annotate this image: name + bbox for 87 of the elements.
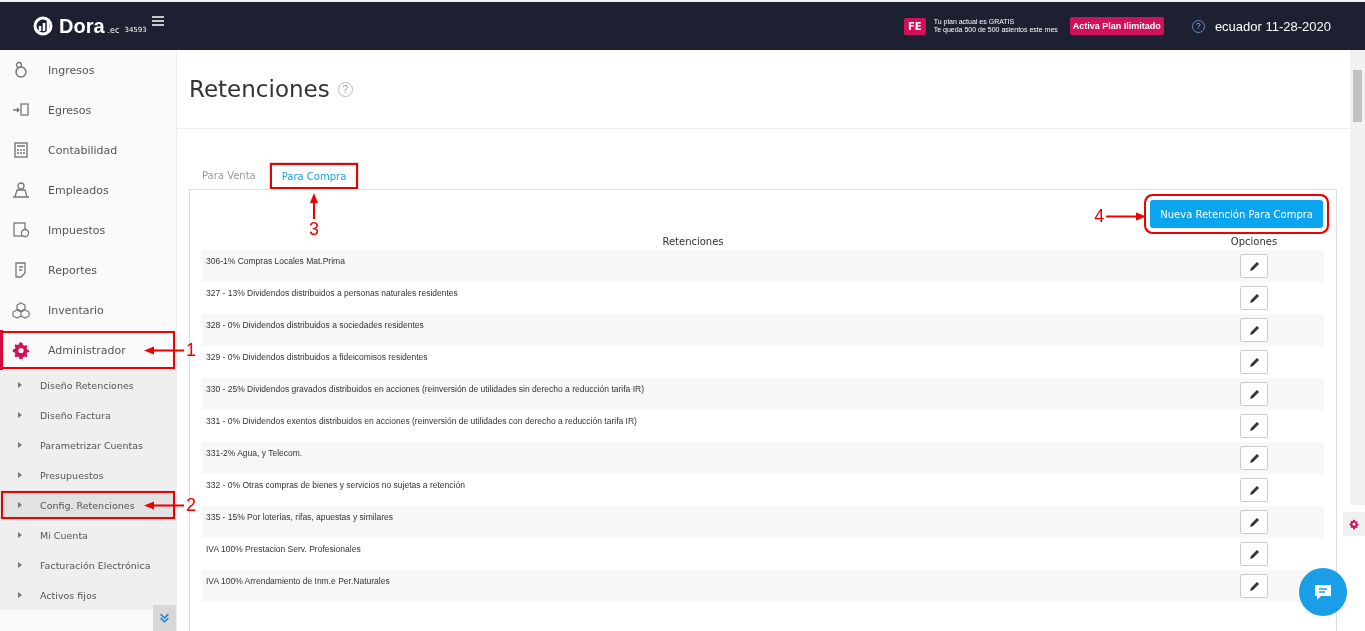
sidebar-item[interactable]: Egresos xyxy=(0,90,176,130)
edit-button[interactable] xyxy=(1240,286,1268,310)
table-cell-text: 306-1% Compras Locales Mat.Prima xyxy=(205,256,346,266)
callout-number: 2 xyxy=(186,494,196,516)
edit-button[interactable] xyxy=(1240,574,1268,598)
caret-icon xyxy=(18,592,22,598)
chat-icon xyxy=(1313,583,1333,601)
table-cell-text: 331-2% Agua, y Telecom. xyxy=(205,448,304,458)
sidebar-item[interactable]: Contabilidad xyxy=(0,130,176,170)
edit-button[interactable] xyxy=(1240,318,1268,342)
chat-button[interactable] xyxy=(1299,568,1347,616)
logo-suffix: .ec xyxy=(107,25,120,35)
pencil-icon xyxy=(1248,548,1260,560)
edit-button[interactable] xyxy=(1240,382,1268,406)
callout-arrow xyxy=(144,345,184,355)
callout-arrow xyxy=(309,193,319,219)
sidebar-item[interactable]: Reportes xyxy=(0,250,176,290)
table-cell-text: IVA 100% Prestacion Serv. Profesionales xyxy=(205,544,362,554)
caret-icon xyxy=(18,382,22,388)
sidebar-item-icon xyxy=(12,341,30,359)
caret-icon xyxy=(18,502,22,508)
edit-button[interactable] xyxy=(1240,478,1268,502)
callout-arrow xyxy=(1106,211,1147,221)
menu-icon[interactable] xyxy=(151,16,164,26)
caret-icon xyxy=(18,472,22,478)
sidebar-subitem[interactable]: Diseño Factura xyxy=(0,400,176,430)
table-cell-text: IVA 100% Arrendamiento de Inm.e Per.Naturales xyxy=(205,576,391,586)
table-cell-text: 329 - 0% Dividendos distribuidos a fideicomisos residentes xyxy=(205,352,429,362)
table-cell-text: 331 - 0% Dividendos exentos distribuidos en acciones (reinversión de utilidades con derecho a reducción tarifa IR) xyxy=(205,416,638,426)
pencil-icon xyxy=(1248,324,1260,336)
caret-icon xyxy=(18,412,22,418)
double-chevron-down-icon xyxy=(159,611,170,625)
edit-button[interactable] xyxy=(1240,350,1268,374)
pencil-icon xyxy=(1248,516,1260,528)
sidebar-subitem[interactable]: Presupuestos xyxy=(0,460,176,490)
gear-icon xyxy=(1349,518,1359,530)
sidebar-subitem[interactable]: Mi Cuenta xyxy=(0,520,176,550)
sidebar-subitem[interactable]: Parametrizar Cuentas xyxy=(0,430,176,460)
pencil-icon xyxy=(1248,356,1260,368)
scrollbar[interactable] xyxy=(1350,50,1365,505)
settings-button[interactable] xyxy=(1343,512,1365,536)
plan-badge: FE xyxy=(904,17,926,35)
table-cell-text: 330 - 25% Dividendos gravados distribuidos en acciones (reinversión de utilidades sin derecho a reducción tarifa IR) xyxy=(205,384,645,394)
scroll-down-button[interactable] xyxy=(153,605,176,631)
sidebar-item-icon xyxy=(12,301,30,319)
pencil-icon xyxy=(1248,388,1260,400)
sidebar-item[interactable]: Empleados xyxy=(0,170,176,210)
logo-text: Dora xyxy=(59,14,105,38)
edit-button[interactable] xyxy=(1240,510,1268,534)
pencil-icon xyxy=(1248,484,1260,496)
pencil-icon xyxy=(1248,452,1260,464)
sidebar-item-icon xyxy=(12,141,30,159)
pencil-icon xyxy=(1248,420,1260,432)
sidebar-subitem[interactable]: Facturación Electrónica xyxy=(0,550,176,580)
callout-number: 4 xyxy=(1094,205,1105,227)
sidebar-item-icon xyxy=(12,61,30,79)
callout-arrow xyxy=(144,500,184,510)
caret-icon xyxy=(18,562,22,568)
caret-icon xyxy=(18,442,22,448)
callout-number: 1 xyxy=(186,339,196,361)
caret-icon xyxy=(18,532,22,538)
table-cell-text: 335 - 15% Por loterías, rifas, apuestas y similares xyxy=(205,512,395,522)
pencil-icon xyxy=(1248,292,1260,304)
sidebar-item-icon xyxy=(12,221,30,239)
column-header: Retenciones xyxy=(661,235,725,247)
edit-button[interactable] xyxy=(1240,414,1268,438)
edit-button[interactable] xyxy=(1240,542,1268,566)
sidebar-item[interactable]: Impuestos xyxy=(0,210,176,250)
table-cell-text: 332 - 0% Otras compras de bienes y servicios no sujetas a retención xyxy=(205,480,466,490)
table-cell-text: 328 - 0% Dividendos distribuidos a sociedades residentes xyxy=(205,320,425,330)
edit-button[interactable] xyxy=(1240,446,1268,470)
column-header: Opciones xyxy=(1229,235,1279,247)
pencil-icon xyxy=(1248,260,1260,272)
sidebar-subitem[interactable]: Config. Retenciones xyxy=(0,490,176,520)
sidebar-subitem[interactable]: Activos fijos xyxy=(0,580,176,610)
sidebar-item-icon xyxy=(12,101,30,119)
pencil-icon xyxy=(1248,580,1260,592)
sidebar-item-icon xyxy=(12,181,30,199)
region-date: ecuador 11-28-2020 xyxy=(1214,18,1331,34)
upgrade-button[interactable]: Activa Plan Ilimitado xyxy=(1069,17,1164,35)
table-cell-text: 327 - 13% Dividendos distribuidos a personas naturales residentes xyxy=(205,288,459,298)
sidebar-item[interactable]: Inventario xyxy=(0,290,176,330)
page-title: Retenciones xyxy=(189,76,330,102)
sidebar-subitem[interactable]: Diseño Retenciones xyxy=(0,370,176,400)
edit-button[interactable] xyxy=(1240,254,1268,278)
sidebar-item[interactable]: Ingresos xyxy=(0,50,176,90)
callout-number: 3 xyxy=(309,219,319,240)
